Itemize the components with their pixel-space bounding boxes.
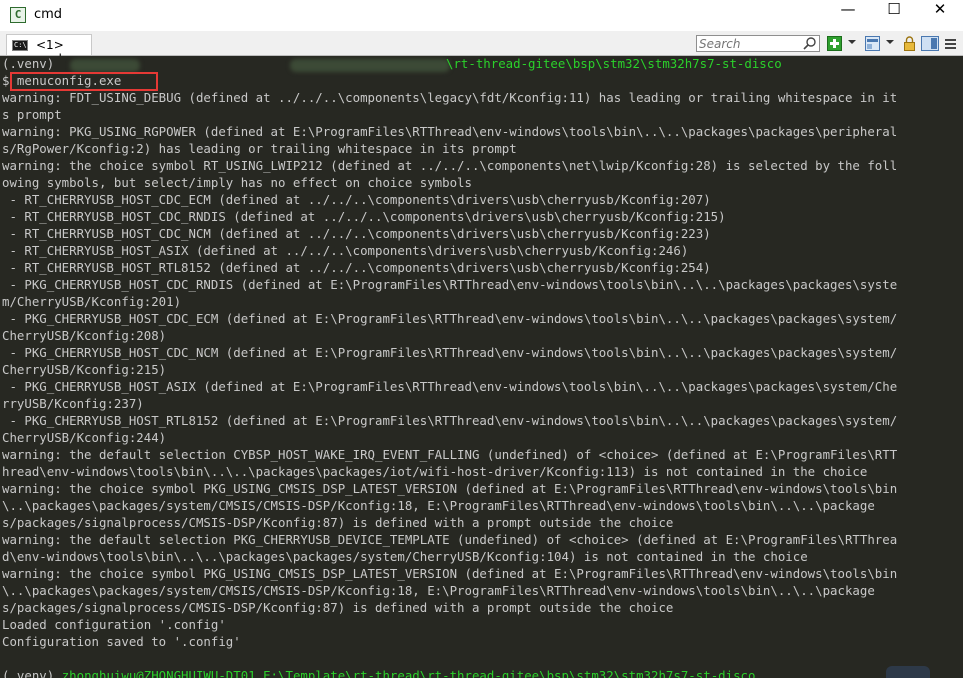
- window-layout-icon[interactable]: [865, 36, 880, 51]
- console-line: warning: the choice symbol RT_USING_LWIP…: [2, 158, 898, 173]
- search-box: [696, 35, 820, 52]
- console-line: warning: PKG_USING_RGPOWER (defined at E…: [2, 124, 898, 139]
- prompt-prefix: (.venv): [2, 668, 62, 678]
- console-line: warning: the default selection CYBSP_HOS…: [2, 447, 898, 462]
- console-line: warning: the choice symbol PKG_USING_CMS…: [2, 481, 898, 496]
- console-output[interactable]: (.venv) \rt-thread-gitee\bsp\stm32\stm32…: [0, 56, 963, 678]
- console-line: - RT_CHERRYUSB_HOST_CDC_RNDIS (defined a…: [2, 209, 726, 224]
- search-icon[interactable]: [803, 36, 817, 51]
- console-line: CherryUSB/Kconfig:244): [2, 430, 167, 445]
- console-line: hread\env-windows\tools\bin\..\..\packag…: [2, 464, 868, 479]
- console-line: - RT_CHERRYUSB_HOST_RTL8152 (defined at …: [2, 260, 711, 275]
- toolbar: C:\ <1> cmd: [0, 31, 963, 66]
- console-line: - PKG_CHERRYUSB_HOST_RTL8152 (defined at…: [2, 413, 898, 428]
- console-prompt-line: (.venv) \rt-thread-gitee\bsp\stm32\stm32…: [2, 56, 782, 72]
- console-prompt-line: (.venv) zhonghuiwu@ZHONGHUIWU-DT01 E:\Te…: [2, 667, 755, 678]
- maximize-button[interactable]: ☐: [871, 0, 917, 31]
- window-title: cmd: [34, 7, 63, 22]
- console-line: d\env-windows\tools\bin\..\..\packages\p…: [2, 549, 808, 564]
- lock-icon[interactable]: [902, 36, 917, 51]
- minimize-button[interactable]: —: [825, 0, 871, 31]
- console-line: warning: the choice symbol PKG_USING_CMS…: [2, 566, 898, 581]
- console-line: CherryUSB/Kconfig:215): [2, 362, 167, 377]
- console-line: s/packages/signalprocess/CMSIS-DSP/Kconf…: [2, 515, 674, 530]
- watermark-badge: [886, 666, 930, 678]
- console-line: Loaded configuration '.config': [2, 617, 226, 632]
- console-line: CherryUSB/Kconfig:208): [2, 328, 167, 343]
- layout-dropdown-icon[interactable]: [886, 40, 894, 44]
- search-input[interactable]: [699, 36, 799, 51]
- console-line: warning: FDT_USING_DEBUG (defined at ../…: [2, 90, 898, 105]
- settings-menu-icon[interactable]: [943, 36, 958, 51]
- console-line: - PKG_CHERRYUSB_HOST_CDC_RNDIS (defined …: [2, 277, 898, 292]
- console-line: m/CherryUSB/Kconfig:201): [2, 294, 182, 309]
- console-line: \..\packages\packages/system/CMSIS/CMSIS…: [2, 498, 875, 513]
- console-line: \..\packages\packages/system/CMSIS/CMSIS…: [2, 583, 875, 598]
- cmd-app-icon[interactable]: C: [10, 7, 26, 23]
- tab-cmd[interactable]: C:\ <1> cmd: [6, 34, 92, 66]
- console-line: - PKG_CHERRYUSB_HOST_CDC_NCM (defined at…: [2, 345, 898, 360]
- console-line: s/RgPower/Kconfig:2) has leading or trai…: [2, 141, 517, 156]
- console-line: - RT_CHERRYUSB_HOST_CDC_NCM (defined at …: [2, 226, 711, 241]
- redacted-text: [290, 59, 450, 72]
- add-console-icon[interactable]: [827, 36, 842, 51]
- console-line: - RT_CHERRYUSB_HOST_CDC_ECM (defined at …: [2, 192, 711, 207]
- add-console-dropdown-icon[interactable]: [848, 40, 856, 44]
- console-line: owing symbols, but select/imply has no e…: [2, 175, 472, 190]
- split-view-icon[interactable]: [921, 36, 939, 51]
- console-line: rryUSB/Kconfig:237): [2, 396, 144, 411]
- prompt-prefix: (.venv): [2, 56, 62, 71]
- title-bar: C cmd — ☐ ✕: [0, 0, 963, 31]
- redacted-text: [70, 59, 140, 72]
- console-line: Configuration saved to '.config': [2, 634, 241, 649]
- prompt-path: zhonghuiwu@ZHONGHUIWU-DT01 E:\Template\r…: [61, 668, 756, 678]
- console-line: - RT_CHERRYUSB_HOST_ASIX (defined at ../…: [2, 243, 689, 258]
- console-line: - PKG_CHERRYUSB_HOST_ASIX (defined at E:…: [2, 379, 898, 394]
- console-line: warning: the default selection PKG_CHERR…: [2, 532, 898, 547]
- console-line: - PKG_CHERRYUSB_HOST_CDC_ECM (defined at…: [2, 311, 898, 326]
- console-line: s/packages/signalprocess/CMSIS-DSP/Kconf…: [2, 600, 674, 615]
- console-line: s prompt: [2, 107, 62, 122]
- console-line: $ menuconfig.exe: [2, 73, 122, 88]
- prompt-path: \rt-thread-gitee\bsp\stm32\stm32h7s7-st-…: [446, 56, 782, 71]
- console-icon: C:\: [12, 40, 28, 51]
- close-button[interactable]: ✕: [917, 0, 963, 31]
